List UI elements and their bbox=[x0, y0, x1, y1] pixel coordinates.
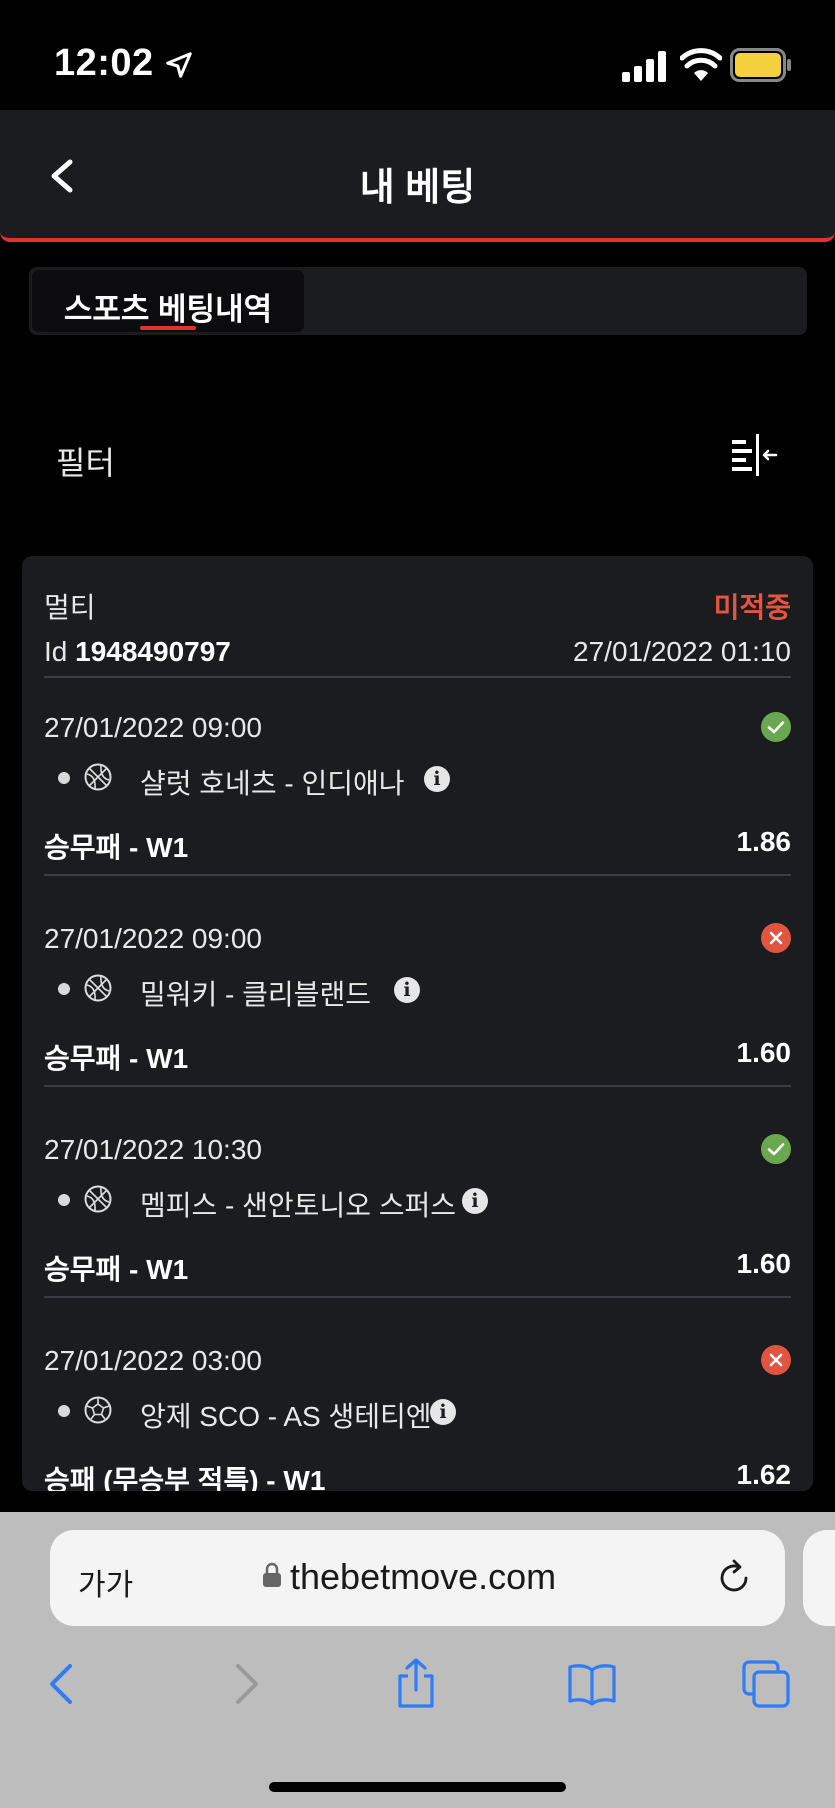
active-tab-indicator bbox=[140, 326, 196, 330]
loss-x-icon bbox=[761, 1345, 791, 1375]
tabs-icon[interactable] bbox=[740, 1658, 792, 1710]
bet-status-badge: 미적중 bbox=[713, 592, 791, 623]
filter-collapse-icon[interactable] bbox=[730, 432, 778, 478]
status-time: 12:02 bbox=[54, 42, 154, 84]
basketball-icon bbox=[84, 974, 112, 1002]
bet-card[interactable]: 멀티 미적중 Id 1948490797 27/01/2022 01:10 27… bbox=[22, 556, 813, 1491]
info-icon[interactable]: i bbox=[462, 1188, 488, 1214]
odds-value: 1.60 bbox=[736, 1248, 792, 1279]
text-size-button[interactable]: 가가 bbox=[78, 1560, 133, 1604]
tab-label: 스포츠 베팅내역 bbox=[63, 292, 273, 327]
share-icon[interactable] bbox=[390, 1658, 442, 1710]
lock-icon bbox=[263, 1562, 281, 1587]
loss-x-icon bbox=[761, 923, 791, 953]
battery-icon bbox=[730, 48, 791, 82]
reload-icon[interactable] bbox=[714, 1558, 754, 1598]
basketball-icon bbox=[84, 763, 112, 791]
bookmarks-icon[interactable] bbox=[566, 1658, 618, 1710]
bullet-dot bbox=[58, 1194, 70, 1206]
bet-id-number: 1948490797 bbox=[75, 636, 231, 667]
match-name: 멤피스 - 샌안토니오 스퍼스 bbox=[140, 1190, 457, 1221]
url-text: thebetmove.com bbox=[290, 1556, 557, 1597]
address-bar[interactable]: 가가 thebetmove.com bbox=[50, 1530, 785, 1626]
odds-value: 1.86 bbox=[736, 826, 792, 857]
page-title: 내 베팅 bbox=[359, 167, 476, 209]
tab-bar: 스포츠 베팅내역 bbox=[29, 267, 807, 335]
soccer-ball-icon bbox=[84, 1396, 112, 1424]
info-icon[interactable]: i bbox=[394, 977, 420, 1003]
odds-value: 1.60 bbox=[736, 1037, 792, 1068]
selection-date: 27/01/2022 09:00 bbox=[44, 712, 262, 743]
cellular-signal-icon bbox=[622, 51, 666, 82]
basketball-icon bbox=[84, 1185, 112, 1213]
divider bbox=[44, 1296, 791, 1298]
browser-forward-icon[interactable] bbox=[218, 1658, 270, 1710]
location-arrow-icon bbox=[166, 52, 192, 78]
bet-selection: 27/01/2022 03:00 앙제 SCO - AS 생테티엔 i 승패 (… bbox=[22, 1311, 813, 1491]
home-indicator bbox=[269, 1782, 566, 1792]
market-label: 승무패 - W1 bbox=[44, 1254, 189, 1285]
selection-date: 27/01/2022 10:30 bbox=[44, 1134, 262, 1165]
win-check-icon bbox=[761, 712, 791, 742]
filter-label: 필터 bbox=[56, 445, 115, 481]
bet-selection: 27/01/2022 09:00 샬럿 호네츠 - 인디애나 i 승무패 - W… bbox=[22, 678, 813, 889]
bet-selection: 27/01/2022 10:30 멤피스 - 샌안토니오 스퍼스 i 승무패 -… bbox=[22, 1100, 813, 1311]
info-icon[interactable]: i bbox=[430, 1399, 456, 1425]
tab-sports-bet-history[interactable]: 스포츠 베팅내역 bbox=[32, 270, 304, 332]
bullet-dot bbox=[58, 772, 70, 784]
divider bbox=[44, 1085, 791, 1087]
wifi-icon bbox=[680, 48, 722, 81]
bet-type: 멀티 bbox=[44, 592, 96, 623]
status-bar: 12:02 bbox=[0, 0, 835, 110]
match-name: 샬럿 호네츠 - 인디애나 bbox=[140, 768, 405, 799]
win-check-icon bbox=[761, 1134, 791, 1164]
market-label: 승무패 - W1 bbox=[44, 832, 189, 863]
selection-date: 27/01/2022 09:00 bbox=[44, 923, 262, 954]
bet-selection: 27/01/2022 09:00 밀워키 - 클리블랜드 i 승무패 - W1 … bbox=[22, 889, 813, 1100]
bet-placed-date: 27/01/2022 01:10 bbox=[573, 636, 791, 667]
selection-date: 27/01/2022 03:00 bbox=[44, 1345, 262, 1376]
app-header: 내 베팅 bbox=[0, 110, 835, 242]
next-tab-preview[interactable] bbox=[803, 1530, 835, 1626]
browser-toolbar: 가가 thebetmove.com bbox=[0, 1512, 835, 1808]
odds-value: 1.62 bbox=[736, 1459, 792, 1490]
info-icon[interactable]: i bbox=[424, 766, 450, 792]
bullet-dot bbox=[58, 1405, 70, 1417]
match-name: 앙제 SCO - AS 생테티엔 bbox=[140, 1401, 432, 1432]
market-label: 승패 (무승부 적특) - W1 bbox=[44, 1465, 326, 1491]
match-name: 밀워키 - 클리블랜드 bbox=[140, 979, 371, 1010]
bullet-dot bbox=[58, 983, 70, 995]
market-label: 승무패 - W1 bbox=[44, 1043, 189, 1074]
divider bbox=[44, 874, 791, 876]
browser-back-icon[interactable] bbox=[38, 1658, 90, 1710]
bet-id: Id 1948490797 bbox=[44, 636, 231, 668]
bet-id-prefix: Id bbox=[44, 636, 68, 667]
